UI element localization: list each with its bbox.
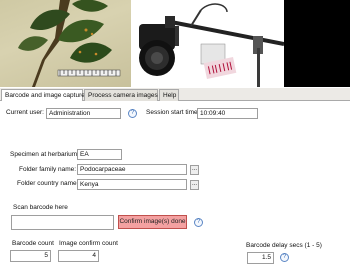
image-banner (0, 0, 350, 87)
barcode-delay-help-icon[interactable]: ? (280, 253, 289, 262)
barcode-count-label: Barcode count (12, 240, 54, 247)
scan-barcode-input[interactable] (11, 215, 114, 230)
current-user-label: Current user: (6, 109, 44, 116)
folder-family-label: Folder family name: (19, 166, 77, 173)
tab-strip: Barcode and image capture Process camera… (0, 88, 350, 102)
scan-barcode-label: Scan barcode here (13, 204, 68, 211)
current-user-help-icon[interactable]: ? (128, 109, 137, 118)
herbarium-field[interactable]: EA (77, 149, 122, 160)
camera-setup-image (131, 0, 284, 87)
capture-panel: Current user: Administration ? Session s… (0, 101, 350, 273)
herbarium-label: Specimen at herbarium (10, 151, 78, 158)
folder-country-field[interactable]: Kenya (77, 179, 187, 190)
confirm-help-icon[interactable]: ? (194, 218, 203, 227)
current-user-field[interactable]: Administration (46, 108, 121, 119)
barcode-delay-label: Barcode delay secs (1 - 5) (246, 242, 322, 249)
session-start-time-label: Session start time: (146, 109, 200, 116)
folder-country-label: Folder country name: (17, 180, 79, 187)
barcode-delay-field[interactable]: 1.5 (247, 252, 274, 264)
folder-country-browse-button[interactable]: ... (190, 180, 199, 190)
image-confirm-count-field[interactable]: 4 (58, 250, 99, 262)
tab-help[interactable]: Help (159, 89, 179, 101)
herbarium-specimen-image (0, 0, 131, 87)
folder-family-field[interactable]: Podocarpaceae (77, 164, 187, 175)
image-confirm-count-label: Image confirm count (59, 240, 118, 247)
banner-dark-area (284, 0, 350, 87)
tab-process-camera-images[interactable]: Process camera images (84, 89, 158, 101)
session-start-time-field[interactable]: 10:09:40 (197, 108, 258, 119)
barcode-count-field[interactable]: 5 (10, 250, 51, 262)
confirm-images-done-button[interactable]: Confirm image(s) done (118, 215, 187, 229)
folder-family-browse-button[interactable]: ... (190, 165, 199, 175)
